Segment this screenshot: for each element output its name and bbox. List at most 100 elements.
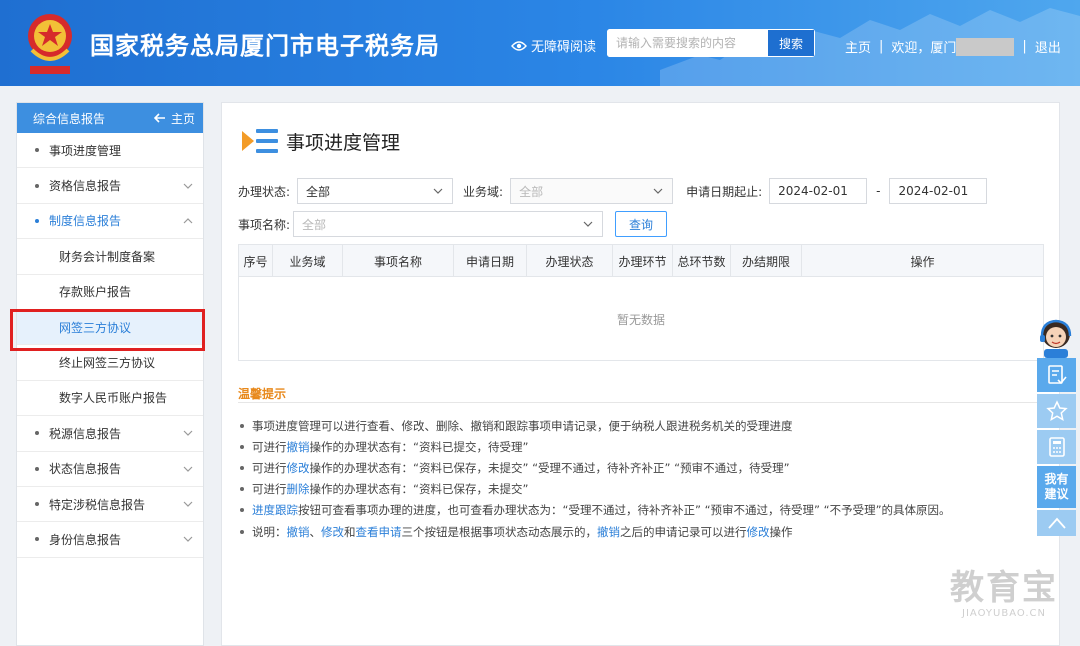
sidebar-item-tax-source-report[interactable]: 税源信息报告 <box>17 416 203 452</box>
home-link[interactable]: 主页 <box>845 37 871 56</box>
tips-list: 事项进度管理可以进行查看、修改、删除、撤销和跟踪事项申请记录，便于纳税人跟进税务… <box>240 415 951 542</box>
column-header[interactable]: 总环节数 <box>673 245 731 277</box>
column-header[interactable]: 申请日期 <box>454 245 527 277</box>
search-input[interactable] <box>607 29 767 57</box>
column-header[interactable]: 办理状态 <box>527 245 613 277</box>
main-panel: 事项进度管理 办理状态: 全部 业务域: 全部 申请日期起止: 2024-02-… <box>221 102 1060 646</box>
column-header[interactable]: 办结期限 <box>731 245 802 277</box>
sidebar-home-button[interactable]: 主页 <box>153 110 195 127</box>
bullet-icon <box>35 218 39 223</box>
tip-text: 说明： <box>252 524 287 539</box>
status-filter-label: 办理状态: <box>238 184 291 199</box>
date-separator: - <box>876 184 881 198</box>
tip-text: 和 <box>344 524 356 539</box>
revoke-link[interactable]: 撤销 <box>597 524 620 540</box>
domain-select-value: 全部 <box>519 184 544 199</box>
status-select-value: 全部 <box>306 184 331 199</box>
item-name-select-value: 全部 <box>302 217 327 232</box>
top-nav: 主页 | 欢迎，厦门 | 退出 <box>845 37 1061 56</box>
tip-text: 操作的办理状态有：“资料已保存，未提交” <box>309 482 529 497</box>
sidebar-item-label: 事项进度管理 <box>49 143 122 158</box>
masked-username <box>956 37 1015 56</box>
sidebar-item-qualification-report[interactable]: 资格信息报告 <box>17 168 203 204</box>
column-header[interactable]: 序号 <box>239 245 273 277</box>
sidebar-item-label: 资格信息报告 <box>49 179 122 194</box>
view-application-link[interactable]: 查看申请 <box>356 524 402 540</box>
chevron-down-icon <box>433 188 443 194</box>
logout-link[interactable]: 退出 <box>1035 37 1061 56</box>
tip-text: 按钮可查看事项办理的进度，也可查看办理状态为：“受理不通过，待补齐补正” “预审… <box>298 503 951 518</box>
page-header: 事项进度管理 <box>240 125 400 157</box>
domain-select[interactable]: 全部 <box>510 178 674 204</box>
tip-item: 可进行 修改 操作的办理状态有：“资料已保存，未提交” “受理不通过，待补齐补正” … <box>240 457 951 478</box>
bullet-icon <box>35 183 39 188</box>
floating-favorite-button[interactable] <box>1037 394 1076 428</box>
top-header: 国家税务总局厦门市电子税务局 无障碍阅读 搜索 主页 | 欢迎，厦门 | 退出 <box>0 0 1080 86</box>
tip-item: 进度跟踪 按钮可查看事项办理的进度，也可查看办理状态为：“受理不通过，待补齐补正”… <box>240 500 951 521</box>
column-header[interactable]: 操作 <box>802 245 1043 277</box>
sidebar-home-label: 主页 <box>170 111 195 126</box>
tip-text: 操作的办理状态有：“资料已保存，未提交” “受理不通过，待补齐补正” “预审不通… <box>309 460 790 475</box>
tip-item: 说明： 撤销、修改和查看申请 三个按钮是根据事项状态动态展示的， 撤销 之后的申请记录可… <box>240 521 951 542</box>
table-empty-text: 暂无数据 <box>616 312 665 327</box>
tip-text: 操作的办理状态有：“资料已提交，待受理” <box>309 439 529 454</box>
progress-track-link[interactable]: 进度跟踪 <box>252 502 298 518</box>
date-from-input[interactable]: 2024-02-01 <box>769 178 868 204</box>
tip-item: 事项进度管理可以进行查看、修改、删除、撤销和跟踪事项申请记录，便于纳税人跟进税务… <box>240 415 951 436</box>
column-header[interactable]: 办理环节 <box>613 245 673 277</box>
item-name-label: 事项名称: <box>238 217 291 232</box>
nav-divider: | <box>1022 39 1027 54</box>
revoke-link[interactable]: 撤销 <box>287 439 310 455</box>
tax-emblem-logo[interactable] <box>22 10 78 76</box>
chevron-up-icon <box>183 218 193 224</box>
tip-text: 三个按钮是根据事项状态动态展示的， <box>401 524 598 539</box>
accessibility-label: 无障碍阅读 <box>531 40 597 55</box>
sidebar-header: 综合信息报告 主页 <box>17 103 203 133</box>
query-button[interactable]: 查询 <box>615 211 668 237</box>
floating-calculator-button[interactable] <box>1037 430 1076 464</box>
chevron-up-icon <box>1047 517 1066 529</box>
status-select[interactable]: 全部 <box>297 178 454 204</box>
modify-link[interactable]: 修改 <box>321 524 344 540</box>
bullet-icon <box>35 148 39 153</box>
sidebar-item-label: 税源信息报告 <box>49 426 122 441</box>
sidebar-item-system-report[interactable]: 制度信息报告 <box>17 204 203 240</box>
tip-item: 可进行 撤销 操作的办理状态有：“资料已提交，待受理” <box>240 436 951 457</box>
sidebar-subitem-deposit-account[interactable]: 存款账户报告 <box>17 275 203 310</box>
sidebar-item-status-report[interactable]: 状态信息报告 <box>17 452 203 487</box>
page-title: 事项进度管理 <box>286 131 401 154</box>
sidebar-subitem-digital-rmb-account[interactable]: 数字人民币账户报告 <box>17 381 203 417</box>
bullet-icon <box>35 431 39 436</box>
sidebar-item-label: 身份信息报告 <box>49 532 122 547</box>
filter-row-2: 事项名称: 全部 查询 <box>238 211 668 237</box>
date-to-input[interactable]: 2024-02-01 <box>889 178 988 204</box>
sidebar-item-progress-management[interactable]: 事项进度管理 <box>17 133 203 169</box>
watermark-sub: JIAOYUBAO.CN <box>962 608 1046 619</box>
tip-text: 、 <box>309 524 322 539</box>
modify-link[interactable]: 修改 <box>747 524 770 540</box>
tip-text: 之后的申请记录可以进行 <box>620 524 747 539</box>
item-name-select[interactable]: 全部 <box>293 211 604 237</box>
sidebar-subitem-accounting-filing[interactable]: 财务会计制度备案 <box>17 239 203 275</box>
search-button[interactable]: 搜索 <box>767 29 815 57</box>
tip-text: 可进行 <box>252 460 287 475</box>
floating-form-button[interactable] <box>1037 358 1076 392</box>
back-to-top-button[interactable] <box>1037 510 1076 536</box>
column-header[interactable]: 事项名称 <box>343 245 454 277</box>
delete-link[interactable]: 删除 <box>287 481 310 497</box>
tip-text: 事项进度管理可以进行查看、修改、删除、撤销和跟踪事项申请记录，便于纳税人跟进税务… <box>252 418 793 433</box>
floating-suggestion-button[interactable]: 我有建议 <box>1037 466 1076 508</box>
customer-service-avatar-icon[interactable] <box>1036 316 1076 358</box>
sidebar-item-label: 制度信息报告 <box>49 214 122 229</box>
sidebar-item-specific-tax-report[interactable]: 特定涉税信息报告 <box>17 487 203 523</box>
revoke-link[interactable]: 撤销 <box>287 524 310 540</box>
sidebar-item-identity-report[interactable]: 身份信息报告 <box>17 522 203 558</box>
accessibility-reading-link[interactable]: 无障碍阅读 <box>511 36 596 55</box>
modify-link[interactable]: 修改 <box>287 460 310 476</box>
column-header[interactable]: 业务域 <box>273 245 343 277</box>
back-arrow-icon <box>153 113 165 123</box>
eye-icon <box>511 40 527 51</box>
nav-divider: | <box>879 39 884 54</box>
chevron-down-icon <box>583 221 593 227</box>
bullet-icon <box>35 537 39 542</box>
